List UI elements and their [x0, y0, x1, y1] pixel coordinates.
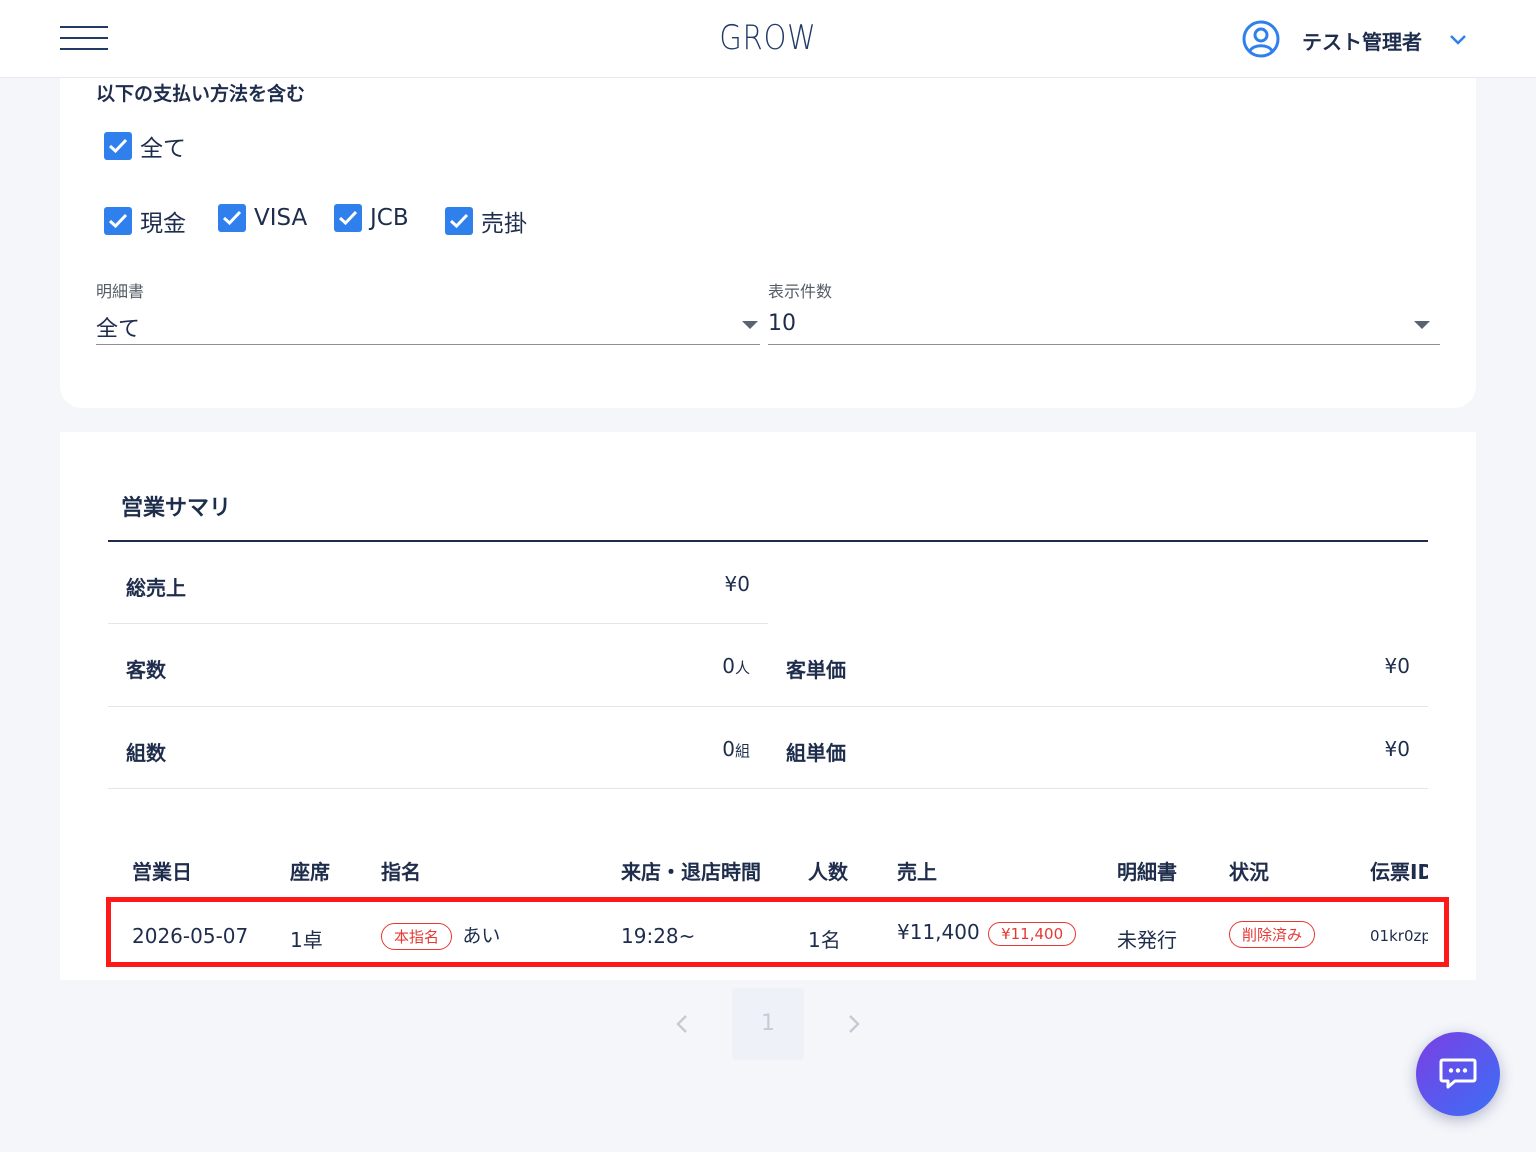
table-header-date[interactable]: 営業日 — [132, 856, 192, 885]
summary-divider — [108, 540, 1428, 542]
chevron-left-icon[interactable] — [672, 1012, 692, 1036]
check-icon — [445, 207, 473, 235]
statement-field-label: 明細書 — [96, 282, 145, 301]
filter-card — [60, 78, 1476, 408]
customers-count: 0 — [722, 654, 735, 678]
groups-value: 0組 — [600, 737, 750, 761]
chevron-right-icon[interactable] — [844, 1012, 864, 1036]
total-sales-label: 総売上 — [126, 576, 186, 600]
chat-icon — [1439, 1058, 1477, 1089]
row-divider — [108, 788, 1428, 789]
statement-select[interactable]: 全て — [96, 303, 760, 345]
user-circle-icon[interactable] — [1242, 20, 1280, 58]
total-sales-value: ¥0 — [724, 572, 750, 596]
checkbox-cash[interactable]: 現金 — [104, 204, 186, 238]
table-header-nomination[interactable]: 指名 — [381, 856, 421, 885]
chat-button[interactable] — [1416, 1032, 1500, 1116]
checkbox-credit-label: 売掛 — [481, 211, 527, 237]
check-icon — [218, 204, 246, 232]
table-header-slip-id[interactable]: 伝票ID — [1370, 856, 1428, 885]
per-group-label: 組単価 — [786, 741, 846, 765]
customers-unit: 人 — [734, 659, 750, 677]
row-highlight-box — [106, 897, 1449, 967]
check-icon — [334, 204, 362, 232]
per-customer-label: 客単価 — [786, 658, 846, 682]
check-icon — [104, 132, 132, 160]
checkbox-all[interactable]: 全て — [104, 129, 186, 163]
per-customer-value: ¥0 — [1384, 654, 1410, 678]
checkbox-visa[interactable]: VISA — [218, 204, 307, 232]
page-number-button[interactable]: 1 — [732, 988, 804, 1060]
groups-unit: 組 — [734, 742, 750, 760]
table-header-sales[interactable]: 売上 — [897, 856, 937, 885]
summary-title: 営業サマリ — [121, 496, 232, 521]
hamburger-menu-icon[interactable] — [60, 26, 108, 50]
checkbox-all-label: 全て — [140, 136, 186, 162]
table-header-status[interactable]: 状況 — [1229, 856, 1269, 885]
checkbox-jcb[interactable]: JCB — [334, 204, 409, 232]
checkbox-cash-label: 現金 — [140, 211, 186, 237]
table-header-time[interactable]: 来店・退店時間 — [621, 856, 761, 885]
row-divider — [108, 623, 768, 624]
table-header-seat[interactable]: 座席 — [290, 856, 330, 885]
payment-section-label: 以下の支払い方法を含む — [96, 83, 306, 105]
checkbox-credit[interactable]: 売掛 — [445, 204, 527, 238]
count-field-label: 表示件数 — [768, 282, 833, 301]
checkbox-jcb-label: JCB — [370, 205, 409, 231]
per-group-value: ¥0 — [1384, 737, 1410, 761]
count-select-value: 10 — [768, 311, 796, 336]
checkbox-visa-label: VISA — [254, 205, 308, 231]
app-logo[interactable]: GROW — [683, 18, 853, 58]
row-divider — [108, 706, 1428, 707]
chevron-down-icon[interactable] — [1448, 32, 1468, 46]
customers-label: 客数 — [126, 658, 166, 682]
app-header: GROW テスト管理者 — [0, 0, 1536, 78]
check-icon — [104, 207, 132, 235]
table-header-statement[interactable]: 明細書 — [1117, 856, 1177, 885]
groups-count: 0 — [722, 737, 735, 761]
table-header-people[interactable]: 人数 — [808, 856, 848, 885]
groups-label: 組数 — [126, 741, 166, 765]
dropdown-arrow-icon — [1414, 321, 1430, 329]
user-name[interactable]: テスト管理者 — [1302, 26, 1422, 55]
dropdown-arrow-icon — [742, 321, 758, 329]
statement-select-value: 全て — [96, 317, 141, 342]
customers-value: 0人 — [600, 654, 750, 678]
count-select[interactable]: 10 — [768, 303, 1440, 345]
